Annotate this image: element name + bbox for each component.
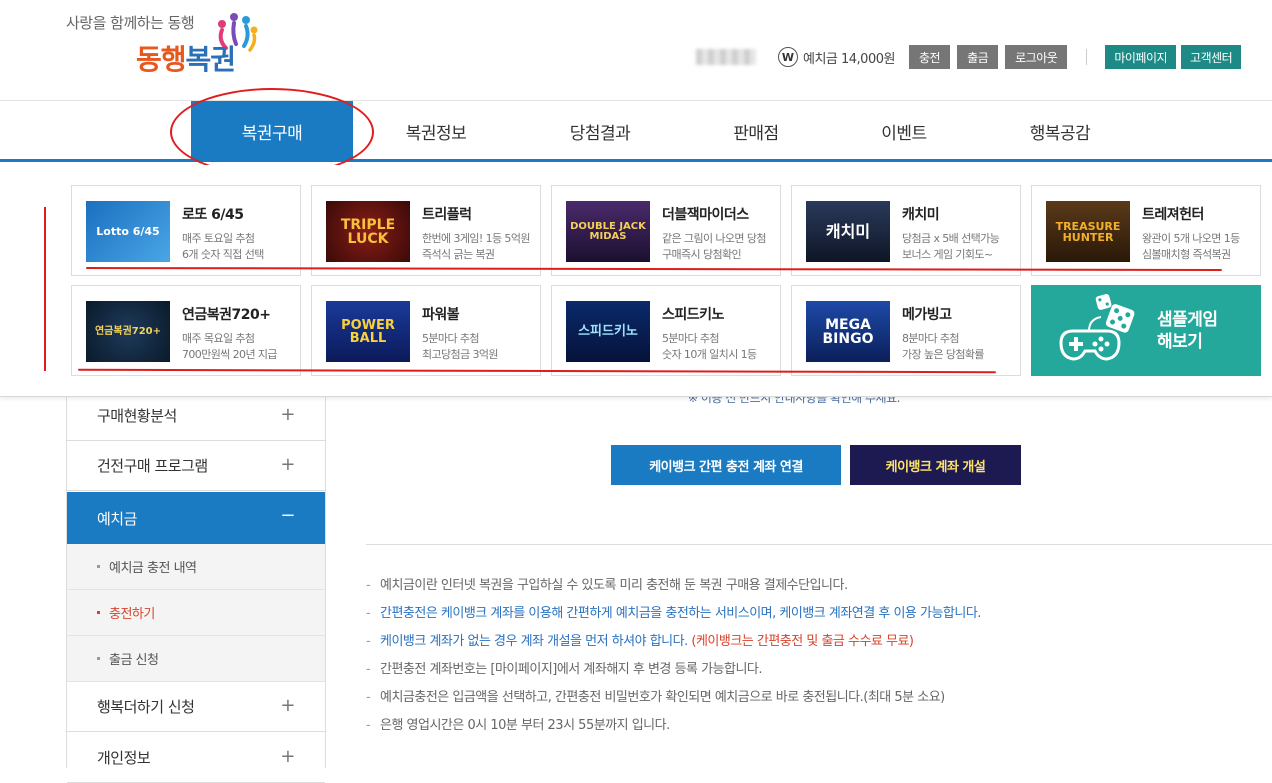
left-side-menu: 구매현황분석 + 건전구매 프로그램 + 예치금 − 예치금 충전 내역 충전하기 출… xyxy=(66,391,326,783)
lnb-purchase-analysis[interactable]: 구매현황분석 + xyxy=(67,391,325,441)
game-card-speed-keno[interactable]: 스피드키노 스피드키노 5분마다 추첨 숫자 10개 일치시 1등 xyxy=(551,285,781,376)
sample-game-label: 샘플게임 해보기 xyxy=(1157,310,1218,352)
notice-item: - 케이뱅크 계좌가 없는 경우 계좌 개설을 먼저 하셔야 합니다. (케이뱅크… xyxy=(366,634,914,649)
bullet-dot xyxy=(97,657,100,660)
lnb-sub-charge[interactable]: 충전하기 xyxy=(67,590,325,636)
double-jack-midas-thumb: DOUBLE JACK MIDAS xyxy=(566,201,650,262)
triple-luck-thumb: TRIPLE LUCK xyxy=(326,201,410,262)
notice-item: - 간편충전 계좌번호는 [마이페이지]에서 계좌해지 후 변경 등록 가능합니다… xyxy=(366,662,763,677)
powerball-thumb: POWER BALL xyxy=(326,301,410,362)
nav-lottery-purchase[interactable]: 복권구매 xyxy=(191,101,353,162)
lotto-logo-thumb: Lotto 6/45 xyxy=(86,201,170,262)
won-coin-icon: W xyxy=(778,47,798,67)
sample-game-button[interactable]: 샘플게임 해보기 xyxy=(1031,285,1261,376)
logout-button[interactable]: 로그아웃 xyxy=(1005,45,1068,69)
speed-keno-thumb: 스피드키노 xyxy=(566,301,650,362)
game-card-double-jack-midas[interactable]: DOUBLE JACK MIDAS 더블잭마이더스 같은 그림이 나오면 당첨 … xyxy=(551,185,781,276)
notice-item: - 은행 영업시간은 0시 10분 부터 23시 55분까지 입니다. xyxy=(366,718,670,733)
pension720-thumb: 연금복권720+ xyxy=(86,301,170,362)
content-divider xyxy=(366,544,1272,545)
mega-bingo-thumb: MEGA BINGO xyxy=(806,301,890,362)
lnb-sub-deposit-history[interactable]: 예치금 충전 내역 xyxy=(67,544,325,590)
treasure-hunter-thumb: TREASURE HUNTER xyxy=(1046,201,1130,262)
withdraw-button[interactable]: 출금 xyxy=(957,45,999,69)
game-mega-menu: Lotto 6/45 로또 6/45 매주 토요일 추첨 6개 숫자 직접 선택… xyxy=(0,165,1272,397)
lnb-happy-plus-apply[interactable]: 행복더하기 신청 + xyxy=(67,682,325,732)
notice-item: - 간편충전은 케이뱅크 계좌를 이용해 간편하게 예치금을 충전하는 서비스이며… xyxy=(366,606,981,621)
plus-icon: + xyxy=(280,695,295,716)
lnb-healthy-purchase-program[interactable]: 건전구매 프로그램 + xyxy=(67,441,325,491)
logo-wordmark: 동행복권 xyxy=(136,43,236,76)
main-nav: 복권구매 복권정보 당첨결과 판매점 이벤트 행복공감 xyxy=(0,100,1272,162)
user-name-blurred xyxy=(696,49,756,65)
mypage-button[interactable]: 마이페이지 xyxy=(1105,45,1177,69)
lnb-personal-info[interactable]: 개인정보 + xyxy=(67,733,325,783)
nav-stores[interactable]: 판매점 xyxy=(690,101,822,162)
game-card-lotto645[interactable]: Lotto 6/45 로또 6/45 매주 토요일 추첨 6개 숫자 직접 선택 xyxy=(71,185,301,276)
bullet-dot xyxy=(97,611,100,614)
game-card-pension720[interactable]: 연금복권720+ 연금복권720+ 매주 목요일 추첨 700만원씩 20년 지… xyxy=(71,285,301,376)
game-card-catch-me[interactable]: 캐치미 캐치미 당첨금 x 5배 선택가능 보너스 게임 기회도~ xyxy=(791,185,1021,276)
nav-lottery-info[interactable]: 복권정보 xyxy=(370,101,502,162)
notice-item: - 예치금이란 인터넷 복권을 구입하실 수 있도록 미리 충전해 둔 복권 구매… xyxy=(366,578,848,593)
annotation-vertical-line xyxy=(44,207,46,371)
minus-icon: − xyxy=(280,505,295,526)
charge-button[interactable]: 충전 xyxy=(908,45,951,69)
site-logo[interactable]: 사랑을 함께하는 동행 동행복권 xyxy=(64,10,264,90)
user-area: W 예치금 14,000원 충전 출금 로그아웃 마이페이지 고객센터 xyxy=(696,44,1246,70)
site-header: 사랑을 함께하는 동행 동행복권 W 예치금 14,000원 충전 출금 로그아… xyxy=(0,0,1272,100)
plus-icon: + xyxy=(280,746,295,767)
catch-me-thumb: 캐치미 xyxy=(806,201,890,262)
kbank-link-account-button[interactable]: 케이뱅크 간편 충전 계좌 연결 xyxy=(611,445,841,485)
nav-happy-share[interactable]: 행복공감 xyxy=(994,101,1126,162)
deposit-balance: 예치금 14,000원 xyxy=(803,51,895,67)
plus-icon: + xyxy=(280,454,295,475)
game-card-triple-luck[interactable]: TRIPLE LUCK 트리플럭 한번에 3게임! 1등 5억원 즉석식 긁는 … xyxy=(311,185,541,276)
lnb-sub-withdraw-request[interactable]: 출금 신청 xyxy=(67,636,325,682)
lnb-deposit[interactable]: 예치금 − xyxy=(67,492,325,544)
header-divider xyxy=(1086,49,1088,65)
nav-winning-results[interactable]: 당첨결과 xyxy=(534,101,666,162)
plus-icon: + xyxy=(280,404,295,425)
notice-item: - 예치금충전은 입금액을 선택하고, 간편충전 비밀번호가 확인되면 예치금으로… xyxy=(366,690,945,705)
bullet-dot xyxy=(97,565,100,568)
game-card-treasure-hunter[interactable]: TREASURE HUNTER 트레져헌터 왕관이 5개 나오면 1등 심볼매치… xyxy=(1031,185,1261,276)
nav-events[interactable]: 이벤트 xyxy=(838,101,970,162)
kbank-open-account-button[interactable]: 케이뱅크 계좌 개설 xyxy=(850,445,1021,485)
logo-tagline: 사랑을 함께하는 동행 xyxy=(66,14,195,32)
support-button[interactable]: 고객센터 xyxy=(1181,45,1242,69)
gamepad-dice-icon xyxy=(1059,294,1135,361)
game-card-powerball[interactable]: POWER BALL 파워볼 5분마다 추첨 최고당첨금 3억원 xyxy=(311,285,541,376)
game-card-mega-bingo[interactable]: MEGA BINGO 메가빙고 8분마다 추첨 가장 높은 당첨확률 xyxy=(791,285,1021,376)
